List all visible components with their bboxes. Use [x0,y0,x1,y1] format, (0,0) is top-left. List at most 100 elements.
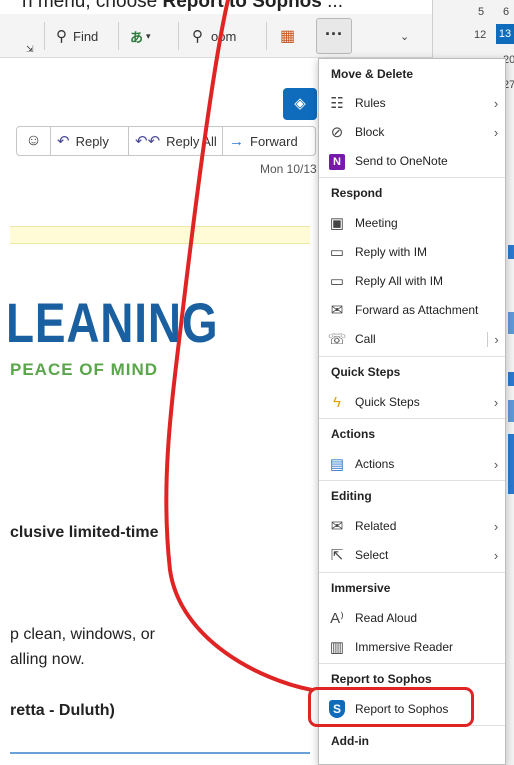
menu-item-call[interactable]: ☏ Call › [319,325,505,353]
menu-item-actions[interactable]: ▤ Actions › [319,450,505,478]
toolbar-separator [118,22,119,50]
menu-item-immersive-reader[interactable]: ▥ Immersive Reader [319,633,505,661]
menu-item-label: Call [355,332,376,346]
calendar-day[interactable]: 5 [478,6,484,18]
more-commands-menu: Move & Delete ☷ Rules › ⊘ Block › N Send… [318,58,506,765]
chevron-right-icon: › [493,124,499,140]
menu-item-label: Send to OneNote [355,154,448,168]
email-date: Mon 10/13 [260,162,317,176]
menu-item-label: Reply All with IM [355,274,444,288]
reply-icon: ↶ [57,133,70,150]
menu-item-label: Meeting [355,216,398,230]
toolbar-separator [266,22,267,50]
find-button[interactable]: ⚲ Find [56,21,98,51]
menu-separator [319,177,505,178]
chevron-right-icon: › [493,95,499,111]
menu-item-label: Read Aloud [355,611,418,625]
forward-label: Forward [250,133,298,149]
menu-item-rules[interactable]: ☷ Rules › [319,89,505,117]
toolbar-separator [44,22,45,50]
menu-section-move-delete: Move & Delete [331,67,414,81]
menu-item-label: Block [355,125,385,139]
rules-icon: ☷ [330,95,344,112]
chevron-right-icon: › [493,394,499,410]
calendar-event-block[interactable] [508,372,514,386]
emoji-react-button[interactable]: ☺ [17,127,51,155]
menu-item-reply-with-im[interactable]: ▭ Reply with IM [319,238,505,266]
chevron-right-icon: › [493,547,499,563]
calendar-day[interactable]: 6 [503,6,509,18]
calendar-event-block[interactable] [508,400,514,422]
translate-button[interactable]: あ ▾ [130,21,151,51]
email-tagline: PEACE OF MIND [10,360,159,379]
chevron-right-icon[interactable]: › [487,331,505,347]
menu-item-related[interactable]: ✉ Related › [319,512,505,540]
block-icon: ⊘ [330,124,344,141]
reply-button[interactable]: ↶ Reply [51,127,129,155]
menu-item-reply-all-with-im[interactable]: ▭ Reply All with IM [319,267,505,295]
reply-all-button[interactable]: ↶↶ Reply All [129,127,223,155]
more-commands-button[interactable]: ··· [316,18,352,54]
chevron-down-icon: ▾ [146,30,151,41]
annotation-highlight-box [308,687,474,727]
email-headline: LEANING [6,291,219,354]
envelope-forward-icon: ✉ [330,302,344,319]
menu-item-select[interactable]: ⇱ Select › [319,541,505,569]
menu-separator [319,356,505,357]
menu-item-label: Actions [355,457,395,471]
caption-bold: Report to Sophos [162,0,322,12]
dialog-launcher-icon[interactable]: ⇲ [26,34,34,64]
phone-icon: ☏ [327,331,347,348]
reply-label: Reply [75,133,109,149]
ribbon-toolbar: ⇲ ⚲ Find あ ▾ ⚲ oom ▦ ··· ⌄ [0,14,432,58]
calendar-event-block[interactable] [508,312,514,334]
calendar-today[interactable]: 13 [496,24,514,44]
translate-icon: あ [130,29,144,45]
immersive-reader-icon: ▥ [329,639,345,656]
email-body-line: p clean, windows, or [10,626,155,643]
menu-separator [319,663,505,664]
menu-separator [319,418,505,419]
menu-item-forward-as-attachment[interactable]: ✉ Forward as Attachment [319,296,505,324]
cursor-icon: ⇱ [330,547,344,564]
actions-icon: ▤ [329,456,345,473]
menu-item-label: Immersive Reader [355,640,454,654]
calendar-day[interactable]: 12 [474,29,486,41]
menu-item-quick-steps[interactable]: ϟ Quick Steps › [319,388,505,416]
menu-section-respond: Respond [331,186,383,200]
search-icon: ⚲ [56,28,67,45]
menu-separator [319,572,505,573]
copilot-icon: ◈ [294,95,306,112]
insights-button[interactable]: ▦ [280,21,295,51]
menu-item-label: Forward as Attachment [355,303,479,317]
calendar-event-block[interactable] [508,245,514,259]
calendar-event-block[interactable] [508,434,514,494]
zoom-button[interactable]: ⚲ oom [192,21,236,51]
info-bar [10,226,310,244]
chevron-right-icon: › [493,518,499,534]
forward-button[interactable]: → Forward [223,127,315,155]
email-body-line: alling now. [10,651,85,668]
menu-item-meeting[interactable]: ▣ Meeting [319,209,505,237]
lightning-icon: ϟ [333,393,341,411]
find-label: Find [73,28,99,44]
ribbon-collapse-chevron-icon[interactable]: ⌄ [400,30,409,43]
chat-reply-icon: ▭ [329,244,345,261]
menu-item-label: Related [355,519,397,533]
caption-suffix: ... [321,0,343,12]
menu-item-send-to-onenote[interactable]: N Send to OneNote [319,147,505,175]
chevron-right-icon: › [493,456,499,472]
menu-item-label: Select [355,548,389,562]
menu-item-block[interactable]: ⊘ Block › [319,118,505,146]
copilot-button[interactable]: ◈ [283,88,317,120]
zoom-icon: ⚲ [192,28,203,45]
related-envelope-icon: ✉ [330,518,344,535]
menu-item-read-aloud[interactable]: A⁾ Read Aloud [319,604,505,632]
reply-all-icon: ↶↶ [135,133,161,150]
toolbar-separator [178,22,179,50]
menu-section-actions: Actions [331,427,376,441]
menu-separator [319,480,505,481]
menu-item-label: Quick Steps [355,395,420,409]
email-body-line: retta - Duluth) [10,702,115,719]
reply-all-label: Reply All [166,133,217,149]
